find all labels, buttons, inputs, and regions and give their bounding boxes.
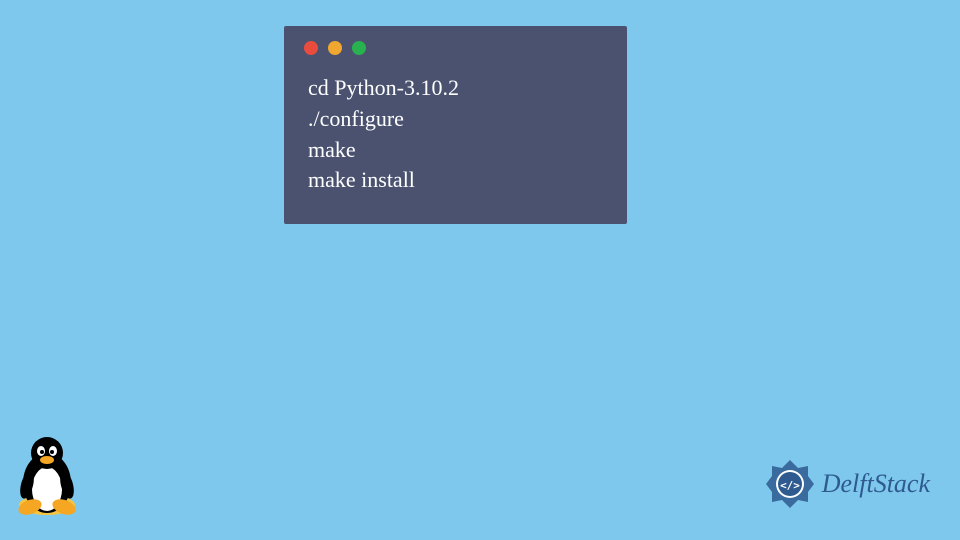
terminal-line: make	[308, 135, 603, 166]
minimize-icon	[328, 41, 342, 55]
terminal-line: ./configure	[308, 104, 603, 135]
terminal-window: cd Python-3.10.2 ./configure make make i…	[284, 26, 627, 224]
brand-name: DelftStack	[822, 469, 930, 499]
terminal-line: cd Python-3.10.2	[308, 73, 603, 104]
brand-logo: </> DelftStack	[764, 458, 930, 510]
svg-text:</>: </>	[780, 479, 800, 492]
maximize-icon	[352, 41, 366, 55]
close-icon	[304, 41, 318, 55]
brand-emblem-icon: </>	[764, 458, 816, 510]
tux-icon	[12, 435, 82, 522]
terminal-line: make install	[308, 165, 603, 196]
window-controls	[284, 26, 627, 65]
terminal-body: cd Python-3.10.2 ./configure make make i…	[284, 65, 627, 204]
